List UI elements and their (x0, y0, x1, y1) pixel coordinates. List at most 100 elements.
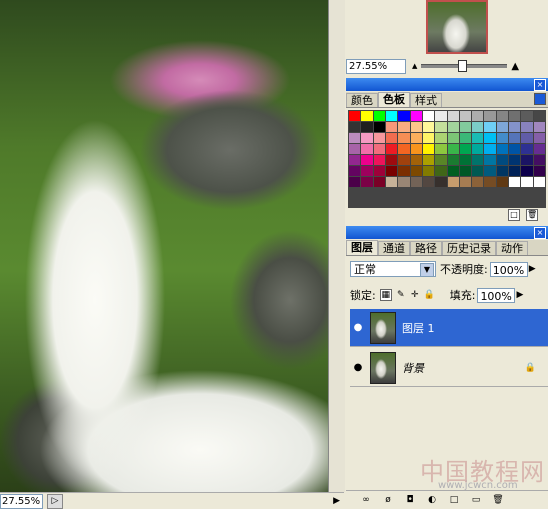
color-swatch[interactable] (373, 144, 385, 154)
color-swatch[interactable] (496, 133, 509, 143)
color-swatch[interactable] (484, 111, 496, 121)
color-swatch[interactable] (447, 166, 459, 176)
color-swatch[interactable] (435, 155, 447, 165)
color-swatch[interactable] (373, 133, 385, 143)
color-swatch[interactable] (398, 144, 410, 154)
color-swatch[interactable] (349, 144, 361, 154)
color-swatch[interactable] (533, 166, 545, 176)
delete-layer-icon[interactable]: 🗑 (492, 494, 504, 506)
color-swatch[interactable] (459, 122, 472, 132)
delete-swatch-icon[interactable]: 🗑 (526, 209, 538, 221)
color-swatch[interactable] (533, 111, 545, 121)
color-swatch[interactable] (496, 177, 509, 187)
color-swatch[interactable] (459, 155, 472, 165)
layer-row-background[interactable]: ● 背景 🔒 (350, 349, 548, 387)
color-swatch[interactable] (509, 155, 521, 165)
color-swatch[interactable] (410, 144, 422, 154)
tab-history[interactable]: 历史记录 (442, 241, 496, 255)
color-swatch[interactable] (533, 122, 545, 132)
color-swatch[interactable] (435, 133, 447, 143)
color-swatch[interactable] (361, 133, 373, 143)
eye-icon[interactable]: ● (350, 320, 366, 336)
link-layers-icon[interactable]: ∞ (360, 494, 372, 506)
color-swatch[interactable] (472, 177, 484, 187)
tab-color[interactable]: 颜色 (346, 93, 378, 107)
chevron-down-icon[interactable]: ▼ (420, 263, 434, 277)
tab-swatches[interactable]: 色板 (378, 92, 410, 107)
color-swatch[interactable] (533, 133, 545, 143)
layers-panel-titlebar[interactable]: × (346, 226, 548, 239)
color-swatch[interactable] (422, 155, 435, 165)
color-swatch[interactable] (410, 122, 422, 132)
color-swatch[interactable] (521, 133, 533, 143)
color-swatch[interactable] (373, 155, 385, 165)
color-swatch[interactable] (459, 166, 472, 176)
color-swatch[interactable] (496, 122, 509, 132)
color-swatch[interactable] (521, 155, 533, 165)
color-swatch[interactable] (472, 111, 484, 121)
color-swatch[interactable] (472, 166, 484, 176)
close-icon[interactable]: × (534, 79, 546, 91)
color-swatch[interactable] (349, 166, 361, 176)
navigator-zoom-field[interactable]: 27.55% (346, 58, 406, 74)
color-swatch[interactable] (349, 111, 361, 121)
layer-mask-icon[interactable]: ◘ (404, 494, 416, 506)
document-canvas[interactable] (0, 0, 328, 492)
color-swatch[interactable] (496, 155, 509, 165)
lock-position-icon[interactable]: ✛ (410, 290, 420, 300)
color-swatch[interactable] (361, 144, 373, 154)
status-scroll-right-icon[interactable]: ▶ (333, 496, 340, 506)
tab-actions[interactable]: 动作 (496, 241, 528, 255)
color-swatch[interactable] (496, 166, 509, 176)
color-swatch[interactable] (435, 166, 447, 176)
color-swatch[interactable] (435, 111, 447, 121)
status-info-button[interactable]: ▷ (47, 493, 63, 509)
layer-row-layer1[interactable]: ● 图层 1 (350, 309, 548, 347)
color-swatch[interactable] (447, 122, 459, 132)
layer-style-icon[interactable]: ø (382, 494, 394, 506)
color-swatch[interactable] (422, 144, 435, 154)
color-swatch[interactable] (410, 155, 422, 165)
color-swatch[interactable] (459, 177, 472, 187)
new-swatch-icon[interactable]: □ (508, 209, 520, 221)
color-swatch[interactable] (373, 166, 385, 176)
color-swatch[interactable] (484, 166, 496, 176)
color-swatch[interactable] (509, 144, 521, 154)
color-swatch[interactable] (385, 133, 398, 143)
color-swatch[interactable] (349, 155, 361, 165)
close-icon[interactable]: × (534, 227, 546, 239)
color-swatch[interactable] (410, 111, 422, 121)
color-swatch[interactable] (398, 166, 410, 176)
color-swatch[interactable] (398, 111, 410, 121)
color-swatch[interactable] (361, 155, 373, 165)
color-swatch[interactable] (422, 122, 435, 132)
navigator-preview-thumbnail[interactable] (426, 0, 488, 54)
color-swatch[interactable] (361, 122, 373, 132)
color-swatch[interactable] (410, 177, 422, 187)
color-swatch[interactable] (349, 133, 361, 143)
color-swatch[interactable] (472, 133, 484, 143)
color-swatch[interactable] (361, 177, 373, 187)
document-zoom-field[interactable]: 27.55% (0, 493, 43, 509)
color-swatch[interactable] (373, 122, 385, 132)
tab-paths[interactable]: 路径 (410, 241, 442, 255)
color-swatch[interactable] (533, 144, 545, 154)
swatches-panel-titlebar[interactable]: × (346, 78, 548, 91)
color-swatch[interactable] (509, 133, 521, 143)
color-swatch[interactable] (521, 122, 533, 132)
eye-icon[interactable]: ● (350, 360, 366, 376)
color-swatch[interactable] (447, 177, 459, 187)
adjustment-layer-icon[interactable]: ◐ (426, 494, 438, 506)
new-group-icon[interactable]: □ (448, 494, 460, 506)
color-swatch[interactable] (398, 122, 410, 132)
navigator-zoom-slider-thumb[interactable] (457, 60, 467, 72)
color-swatch[interactable] (484, 144, 496, 154)
color-swatch[interactable] (521, 177, 533, 187)
color-swatch[interactable] (459, 144, 472, 154)
color-swatch[interactable] (509, 122, 521, 132)
color-swatch[interactable] (509, 111, 521, 121)
color-swatch[interactable] (447, 133, 459, 143)
color-swatch[interactable] (422, 166, 435, 176)
color-swatch[interactable] (435, 177, 447, 187)
color-swatch[interactable] (484, 133, 496, 143)
